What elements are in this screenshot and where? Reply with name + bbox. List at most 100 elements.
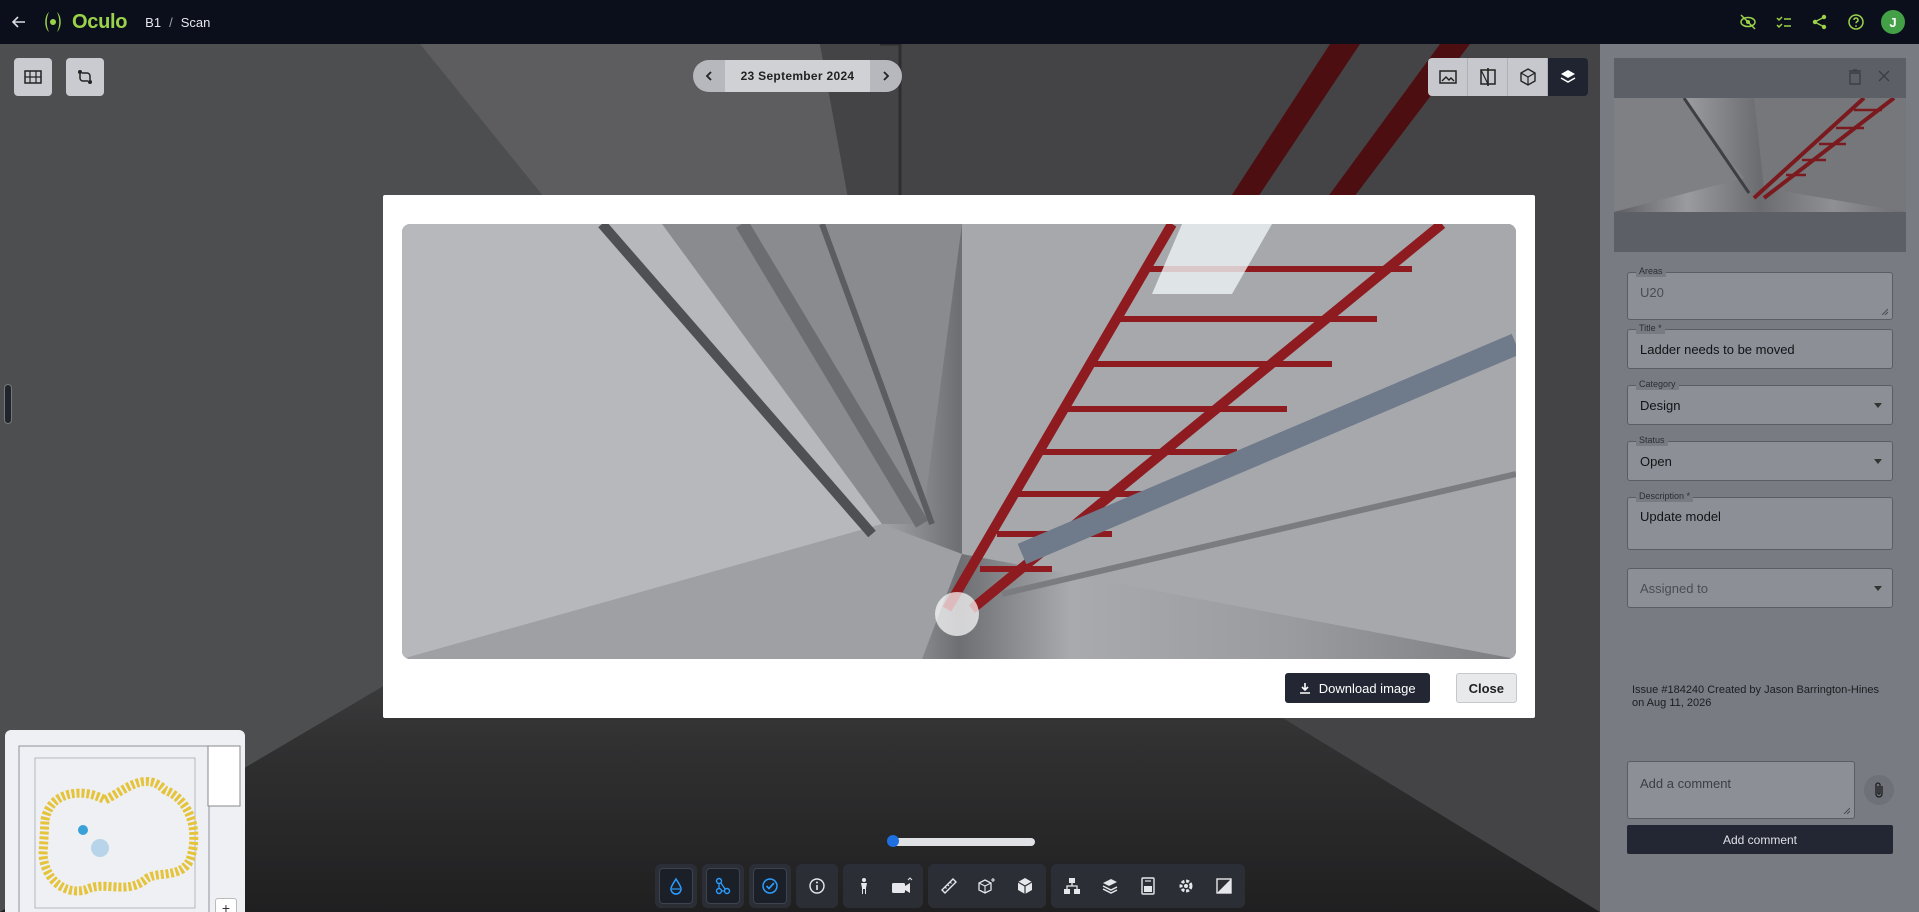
back-button[interactable] [0, 0, 38, 44]
next-date-button[interactable] [870, 60, 902, 92]
toolbar-group [702, 864, 744, 908]
breadcrumb: B1 / Scan [145, 15, 210, 30]
camera-icon [892, 877, 913, 893]
user-avatar[interactable]: J [1881, 10, 1905, 34]
panel-resize-handle[interactable] [4, 384, 12, 424]
document-button[interactable] [1131, 868, 1165, 904]
model-icon [1519, 68, 1536, 86]
logo: Oculo [40, 10, 127, 34]
breadcrumb-item: Scan [180, 14, 211, 30]
water-drop-button[interactable] [659, 868, 693, 904]
model-view-button[interactable] [1508, 58, 1548, 96]
settings-button[interactable] [1169, 868, 1203, 904]
category-select[interactable]: Category Design [1627, 378, 1893, 425]
split-view-icon [1479, 68, 1496, 86]
close-icon[interactable] [1878, 70, 1890, 82]
checklist-icon[interactable] [1773, 11, 1795, 33]
visibility-off-icon[interactable] [1737, 11, 1759, 33]
compare-icon [1216, 878, 1232, 894]
add-model-button[interactable] [970, 868, 1004, 904]
hierarchy-button[interactable] [1055, 868, 1089, 904]
thumbnail-header [1614, 58, 1906, 98]
image-view-button[interactable] [1428, 58, 1468, 96]
issue-meta: Issue #184240 Created by Jason Barringto… [1632, 684, 1880, 709]
category-label: Category [1636, 378, 1679, 390]
top-bar: Oculo B1 / Scan J [0, 0, 1919, 44]
title-value: Ladder needs to be moved [1640, 342, 1795, 357]
measure-button[interactable] [932, 868, 966, 904]
date-label[interactable]: 23 September 2024 [725, 60, 870, 92]
download-image-button[interactable]: Download image [1284, 673, 1430, 703]
status-value: Open [1640, 454, 1672, 469]
paperclip-icon [1875, 782, 1883, 798]
issue-panel: Areas U20 Title * Ladder needs to be mov… [1600, 44, 1919, 912]
layers-view-button[interactable] [1548, 58, 1588, 96]
assigned-to-placeholder: Assigned to [1640, 581, 1708, 596]
attach-button[interactable] [1864, 775, 1894, 805]
route-button[interactable] [66, 58, 104, 96]
layers-icon [1560, 70, 1576, 83]
resize-grip-icon [1843, 807, 1850, 814]
info-icon [809, 878, 825, 894]
info-button[interactable] [800, 868, 834, 904]
download-label: Download image [1318, 680, 1416, 696]
floorplan-toggle-button[interactable] [14, 58, 52, 96]
compare-button[interactable] [1207, 868, 1241, 904]
breadcrumb-item[interactable]: B1 [145, 15, 161, 30]
hierarchy-icon [1064, 878, 1080, 894]
toolbar-group [928, 864, 1046, 908]
oculo-logo-icon [45, 12, 61, 32]
check-circle-icon [762, 878, 778, 894]
zoom-in-button[interactable]: + [215, 898, 237, 912]
issue-thumbnail-area [1614, 58, 1906, 252]
resize-grip-icon [1881, 308, 1888, 315]
split-view-button[interactable] [1468, 58, 1508, 96]
stack-button[interactable] [1093, 868, 1127, 904]
slider-knob[interactable] [887, 835, 899, 847]
toolbar-group [655, 864, 697, 908]
title-label: Title * [1636, 322, 1665, 334]
route-icon [78, 70, 92, 84]
person-icon [861, 878, 867, 894]
help-icon[interactable] [1845, 11, 1867, 33]
share-icon[interactable] [1809, 11, 1831, 33]
settings-icon [1179, 879, 1193, 893]
description-label: Description * [1636, 490, 1694, 502]
floorplan-drawing [18, 745, 241, 912]
issues-button[interactable] [753, 868, 787, 904]
top-actions: J [1737, 0, 1905, 44]
areas-value: U20 [1640, 285, 1664, 300]
person-button[interactable] [847, 868, 881, 904]
title-field[interactable]: Title * Ladder needs to be moved [1627, 322, 1893, 369]
cube-button[interactable] [1008, 868, 1042, 904]
description-field[interactable]: Description * Update model [1627, 490, 1893, 550]
minimap[interactable]: + − [5, 730, 245, 912]
chevron-down-icon [1874, 459, 1882, 464]
description-value: Update model [1640, 509, 1721, 524]
status-select[interactable]: Status Open [1627, 434, 1893, 481]
view-mode-group [1428, 58, 1588, 96]
areas-field[interactable]: Areas U20 [1627, 265, 1893, 320]
close-button[interactable]: Close [1455, 673, 1517, 703]
toolbar-group [796, 864, 838, 908]
toolbar-group [843, 864, 923, 908]
delete-icon[interactable] [1848, 69, 1862, 85]
opacity-slider[interactable] [887, 835, 1035, 847]
document-icon [1141, 877, 1155, 895]
add-comment-button[interactable]: Add comment [1627, 825, 1893, 854]
assigned-to-select[interactable]: Assigned to [1627, 568, 1893, 608]
toolbar-group [1051, 864, 1245, 908]
comment-input[interactable]: Add a comment [1627, 761, 1855, 819]
issue-photo-drawing [402, 224, 1516, 659]
previous-date-button[interactable] [693, 60, 725, 92]
arrow-left-icon [11, 16, 25, 28]
chevron-left-icon [705, 71, 712, 81]
camera-button[interactable] [885, 868, 919, 904]
nodes-button[interactable] [706, 868, 740, 904]
app-name: Oculo [72, 10, 128, 33]
nodes-icon [715, 877, 731, 895]
cube-icon [1017, 878, 1033, 894]
image-preview-dialog: Download image Close [383, 195, 1535, 718]
issue-thumbnail[interactable] [1614, 98, 1906, 212]
breadcrumb-separator: / [169, 14, 173, 30]
